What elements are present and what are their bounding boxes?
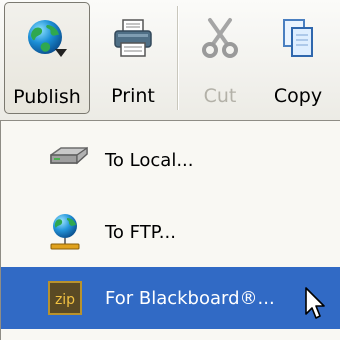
scissors-icon xyxy=(202,18,238,58)
cut-label: Cut xyxy=(203,85,237,107)
disk-drive-icon xyxy=(50,146,88,165)
network-globe-icon xyxy=(50,214,80,250)
for-blackboard-label: For Blackboard®... xyxy=(105,287,275,309)
copy-button[interactable]: Copy xyxy=(258,0,338,118)
cut-button[interactable]: Cut xyxy=(182,0,258,118)
globe-publish-icon xyxy=(28,20,67,57)
print-label: Print xyxy=(111,85,155,107)
to-ftp-label: To FTP... xyxy=(105,221,176,243)
print-button[interactable]: Print xyxy=(92,0,174,118)
publish-dropdown-menu: To Local... To FTP... zip For Blackboard… xyxy=(0,120,340,340)
publish-label: Publish xyxy=(13,86,81,108)
copy-label: Copy xyxy=(273,85,323,107)
copy-icon xyxy=(283,19,313,57)
toolbar: Publish Print Cut Copy xyxy=(0,0,340,120)
menu-item-for-blackboard[interactable]: zip For Blackboard®... xyxy=(1,267,340,329)
toolbar-separator xyxy=(177,6,178,110)
zip-archive-icon: zip xyxy=(48,281,82,315)
to-local-label: To Local... xyxy=(105,149,194,171)
publish-button[interactable]: Publish xyxy=(4,2,90,114)
arrow-cursor-icon xyxy=(305,287,325,319)
menu-item-to-local[interactable]: To Local... xyxy=(1,129,340,191)
menu-item-to-ftp[interactable]: To FTP... xyxy=(1,201,340,263)
printer-icon xyxy=(114,19,152,57)
zip-icon-text: zip xyxy=(55,292,75,308)
